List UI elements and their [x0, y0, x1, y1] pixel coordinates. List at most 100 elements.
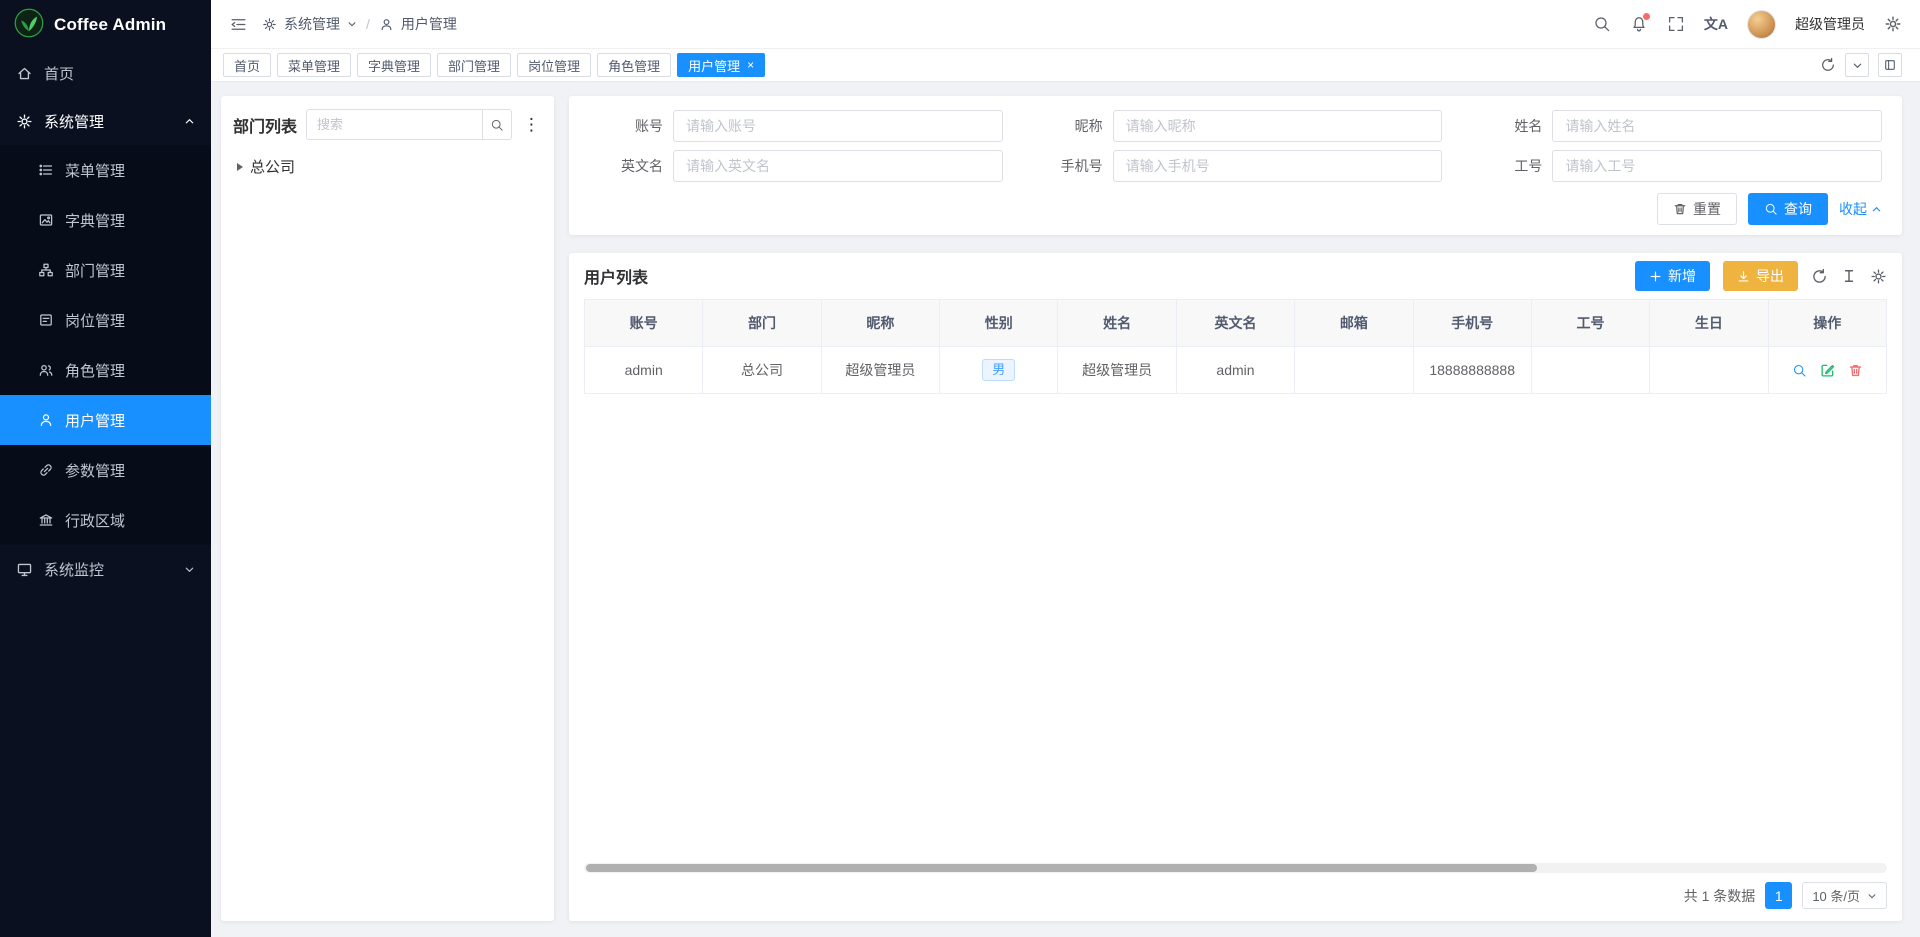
link-icon: [38, 462, 54, 478]
sidebar-item-role-mgmt[interactable]: 角色管理: [0, 345, 211, 395]
table-row[interactable]: admin 总公司 超级管理员 男 超级管理员 admin 1888888888…: [585, 347, 1887, 394]
work-id-input[interactable]: [1552, 150, 1882, 182]
refresh-icon[interactable]: [1820, 57, 1836, 73]
delete-trash-icon[interactable]: [1848, 363, 1863, 378]
tab-dept-mgmt[interactable]: 部门管理: [437, 53, 511, 77]
main-panel: 账号 昵称 姓名 英文名: [569, 96, 1902, 921]
menu-fold-icon[interactable]: [229, 15, 248, 34]
user-list-card: 用户列表 新增 导出: [569, 253, 1902, 921]
edit-icon[interactable]: [1820, 363, 1835, 378]
gear-icon: [16, 113, 33, 130]
tabs-dropdown-button[interactable]: [1845, 53, 1869, 77]
sidebar-item-post-mgmt[interactable]: 岗位管理: [0, 295, 211, 345]
page-size-select[interactable]: 10 条/页: [1802, 882, 1887, 909]
sidebar-item-home[interactable]: 首页: [0, 49, 211, 97]
tab-dict-mgmt[interactable]: 字典管理: [357, 53, 431, 77]
reset-button[interactable]: 重置: [1657, 193, 1737, 225]
tree-node-root[interactable]: 总公司: [233, 156, 542, 177]
table-settings-gear-icon[interactable]: [1870, 268, 1887, 285]
filter-actions: 重置 查询 收起: [589, 193, 1882, 225]
tab-post-mgmt[interactable]: 岗位管理: [517, 53, 591, 77]
field-work-id: 工号: [1468, 150, 1882, 182]
cell-gender: 男: [940, 347, 1058, 394]
search-icon[interactable]: [1593, 15, 1611, 33]
bank-icon: [38, 512, 54, 528]
add-button[interactable]: 新增: [1635, 261, 1710, 291]
username[interactable]: 超级管理员: [1795, 14, 1865, 34]
settings-gear-icon[interactable]: [1884, 15, 1902, 33]
more-vertical-icon[interactable]: ⋮: [521, 116, 542, 133]
user-icon: [38, 412, 54, 428]
cell-english-name: admin: [1176, 347, 1294, 394]
sidebar-item-admin-region[interactable]: 行政区域: [0, 495, 211, 545]
filter-grid: 账号 昵称 姓名 英文名: [589, 110, 1882, 182]
list-icon: [38, 162, 54, 178]
tabbar: 首页 菜单管理 字典管理 部门管理 岗位管理 角色管理 用户管理 ×: [211, 49, 1920, 82]
plus-icon: [1649, 270, 1662, 283]
view-magnifier-icon[interactable]: [1792, 363, 1807, 378]
sidebar-item-param-mgmt[interactable]: 参数管理: [0, 445, 211, 495]
sidebar-item-label: 用户管理: [65, 410, 125, 431]
sidebar-item-menu-mgmt[interactable]: 菜单管理: [0, 145, 211, 195]
layout-icon: [1884, 59, 1896, 71]
account-input[interactable]: [673, 110, 1003, 142]
org-tree-icon: [38, 262, 54, 278]
field-nickname: 昵称: [1029, 110, 1443, 142]
sidebar-item-label: 参数管理: [65, 460, 125, 481]
sidebar-item-label: 角色管理: [65, 360, 125, 381]
fullscreen-icon[interactable]: [1667, 15, 1685, 33]
chevron-up-icon: [1871, 204, 1882, 215]
notification-bell-icon[interactable]: [1630, 15, 1648, 33]
chevron-down-icon: [1852, 60, 1863, 71]
tab-home[interactable]: 首页: [223, 53, 271, 77]
phone-input[interactable]: [1113, 150, 1443, 182]
cell-account: admin: [585, 347, 703, 394]
english-name-input[interactable]: [673, 150, 1003, 182]
collapse-link[interactable]: 收起: [1839, 199, 1882, 219]
sidebar: Coffee Admin 首页 系统管理 菜单管理 字典管理: [0, 0, 211, 937]
sidebar-item-label: 岗位管理: [65, 310, 125, 331]
search-icon: [490, 118, 504, 132]
sidebar-item-system-monitor[interactable]: 系统监控: [0, 545, 211, 593]
avatar[interactable]: [1747, 10, 1776, 39]
coffee-logo-icon: [14, 8, 44, 41]
dept-panel-title: 部门列表: [233, 113, 297, 137]
col-birthday: 生日: [1650, 300, 1768, 347]
topbar-actions: 文A 超级管理员: [1593, 10, 1902, 39]
dept-panel: 部门列表 ⋮ 总公司: [221, 96, 554, 921]
breadcrumb-separator: /: [366, 16, 370, 32]
name-input[interactable]: [1552, 110, 1882, 142]
user-table: 账号 部门 昵称 性别 姓名 英文名 邮箱 手机号 工号 生日 操作: [584, 299, 1887, 394]
tab-close-icon[interactable]: ×: [747, 59, 754, 71]
sidebar-item-dict-mgmt[interactable]: 字典管理: [0, 195, 211, 245]
dept-search-button[interactable]: [482, 109, 512, 140]
col-dept: 部门: [703, 300, 821, 347]
tab-user-mgmt[interactable]: 用户管理 ×: [677, 53, 765, 77]
sidebar-item-user-mgmt[interactable]: 用户管理: [0, 395, 211, 445]
tab-role-mgmt[interactable]: 角色管理: [597, 53, 671, 77]
breadcrumb-level1[interactable]: 系统管理: [284, 14, 340, 34]
column-height-icon[interactable]: [1841, 268, 1857, 284]
export-button[interactable]: 导出: [1723, 261, 1798, 291]
cell-work-id: [1531, 347, 1649, 394]
search-button[interactable]: 查询: [1748, 193, 1828, 225]
sidebar-menu: 首页 系统管理 菜单管理 字典管理 部门管理: [0, 49, 211, 937]
dept-search-input[interactable]: [306, 109, 482, 140]
field-english-name: 英文名: [589, 150, 1003, 182]
scrollbar-thumb[interactable]: [586, 864, 1537, 872]
caret-right-icon[interactable]: [237, 163, 243, 171]
field-name: 姓名: [1468, 110, 1882, 142]
layout-expand-button[interactable]: [1878, 53, 1902, 77]
dept-search: [306, 109, 512, 140]
sidebar-item-dept-mgmt[interactable]: 部门管理: [0, 245, 211, 295]
refresh-icon[interactable]: [1811, 268, 1828, 285]
page-1-button[interactable]: 1: [1765, 882, 1792, 909]
content-area: 部门列表 ⋮ 总公司: [211, 82, 1920, 937]
user-list-title: 用户列表: [584, 264, 648, 288]
tab-menu-mgmt[interactable]: 菜单管理: [277, 53, 351, 77]
sidebar-item-label: 首页: [44, 63, 74, 84]
sidebar-item-system-mgmt[interactable]: 系统管理: [0, 97, 211, 145]
nickname-input[interactable]: [1113, 110, 1443, 142]
chevron-down-icon[interactable]: [347, 19, 357, 29]
translate-icon[interactable]: 文A: [1704, 14, 1728, 34]
